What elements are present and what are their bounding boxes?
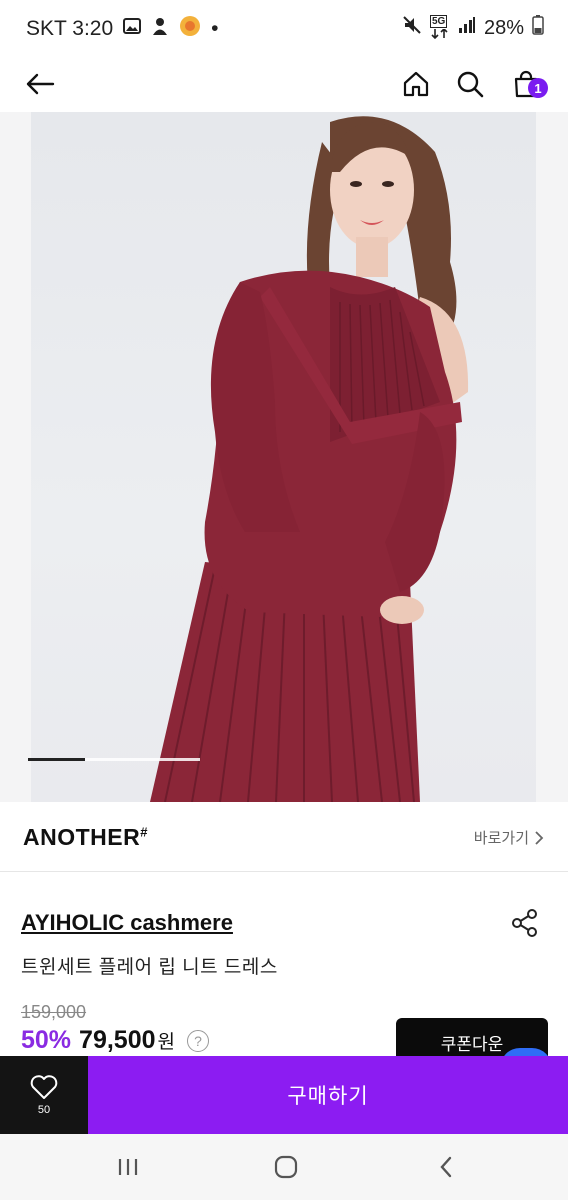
brand-link-label: 바로가기 xyxy=(473,830,529,847)
recent-apps-icon xyxy=(118,1159,138,1175)
price-help-icon[interactable]: ? xyxy=(187,1030,209,1052)
purchase-bar: 50 구매하기 xyxy=(0,1056,568,1134)
model-photo xyxy=(150,116,469,802)
product-name[interactable]: AYIHOLIC cashmere xyxy=(21,910,233,936)
top-navigation: 1 xyxy=(0,56,568,112)
sale-price: 79,500 xyxy=(79,1026,156,1054)
battery-icon xyxy=(532,15,544,41)
product-image[interactable] xyxy=(0,112,568,802)
network-5g-icon: 5G xyxy=(429,15,450,39)
recent-apps-button[interactable] xyxy=(110,1152,146,1182)
notification-icon xyxy=(151,16,169,42)
buy-button[interactable]: 구매하기 xyxy=(88,1056,568,1134)
home-circle-icon xyxy=(274,1155,298,1179)
home-button[interactable] xyxy=(394,62,438,106)
share-icon xyxy=(512,909,537,937)
brand-mark: # xyxy=(140,824,148,840)
app-icon xyxy=(179,15,201,43)
chevron-right-icon xyxy=(535,830,544,845)
like-count: 50 xyxy=(37,1104,51,1116)
price-row: 50% 79,500 원 ? xyxy=(21,1026,209,1055)
search-icon xyxy=(457,71,484,98)
cart-button[interactable]: 1 xyxy=(504,62,548,106)
cart-count-badge: 1 xyxy=(528,78,548,98)
gallery-icon xyxy=(123,17,142,41)
back-button[interactable] xyxy=(18,62,62,106)
heart-icon xyxy=(30,1075,58,1099)
mute-icon xyxy=(402,15,422,41)
carrier-time: SKT 3:20 xyxy=(26,17,114,40)
share-button[interactable] xyxy=(510,908,540,938)
like-button[interactable]: 50 xyxy=(0,1056,88,1134)
network-label: 5G xyxy=(429,15,448,28)
home-icon xyxy=(403,71,429,97)
brand-shortcut-link[interactable]: 바로가기 xyxy=(474,827,544,848)
home-system-button[interactable] xyxy=(268,1152,304,1182)
status-bar: SKT 3:20 • 5G 28% xyxy=(0,0,568,56)
discount-rate: 50% xyxy=(21,1026,72,1054)
slide-indicator xyxy=(28,758,200,761)
system-navigation-bar xyxy=(0,1134,568,1200)
signal-icon xyxy=(458,16,476,40)
original-price: 159,000 xyxy=(21,1002,87,1022)
currency-label: 원 xyxy=(157,1032,175,1053)
status-dot: • xyxy=(211,17,219,40)
brand-name: ANOTHER# xyxy=(23,824,148,850)
back-chevron-icon xyxy=(440,1156,452,1178)
back-arrow-icon xyxy=(26,73,55,95)
brand-row[interactable]: ANOTHER# 바로가기 xyxy=(0,802,568,872)
product-subtitle: 트윈세트 플레어 립 니트 드레스 xyxy=(21,957,278,978)
back-system-button[interactable] xyxy=(428,1152,464,1182)
search-button[interactable] xyxy=(448,62,492,106)
slide-indicator-progress xyxy=(28,758,85,761)
battery-percent: 28% xyxy=(483,16,524,39)
